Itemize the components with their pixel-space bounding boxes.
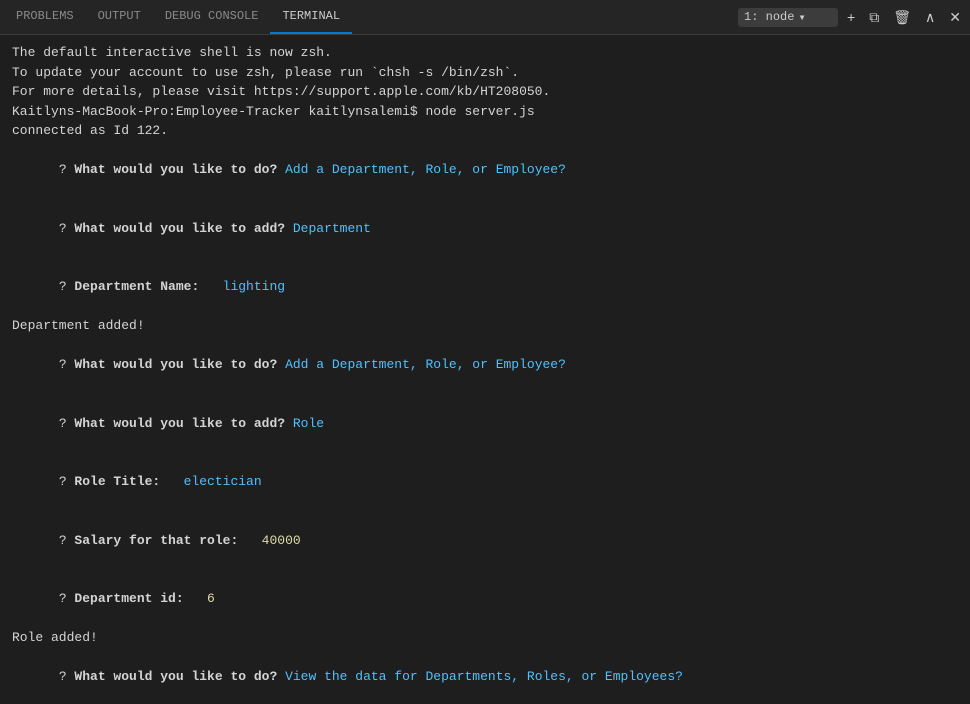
prompt-9: ? What would you like to do? View the da…	[12, 648, 958, 704]
prompt-6: ? Role Title: electician	[12, 453, 958, 512]
app-container: PROBLEMS OUTPUT DEBUG CONSOLE TERMINAL 1…	[0, 0, 970, 704]
plus-icon: +	[847, 9, 855, 25]
init-line-1: The default interactive shell is now zsh…	[12, 43, 958, 63]
close-panel-button[interactable]: ✕	[944, 7, 966, 28]
tab-terminal[interactable]: TERMINAL	[270, 0, 352, 34]
chevron-up-button[interactable]: ∧	[920, 7, 940, 28]
prompt-2: ? What would you like to add? Department	[12, 199, 958, 258]
role-added: Role added!	[12, 628, 958, 648]
split-icon: ⧉	[869, 9, 879, 26]
init-line-3: For more details, please visit https://s…	[12, 82, 958, 102]
delete-terminal-button[interactable]: 🗑	[888, 7, 916, 28]
new-terminal-button[interactable]: +	[842, 7, 860, 27]
close-icon: ✕	[949, 9, 961, 26]
tab-debug-console[interactable]: DEBUG CONSOLE	[153, 0, 271, 34]
tab-bar: PROBLEMS OUTPUT DEBUG CONSOLE TERMINAL 1…	[0, 0, 970, 35]
chevron-up-icon: ∧	[925, 9, 935, 26]
terminal-content[interactable]: The default interactive shell is now zsh…	[0, 35, 970, 704]
split-terminal-button[interactable]: ⧉	[864, 7, 884, 28]
tab-bar-right: 1: node ▾ + ⧉ 🗑 ∧ ✕	[738, 7, 966, 28]
terminal-selector-label: 1: node	[744, 10, 794, 24]
trash-icon: 🗑	[893, 9, 911, 26]
tab-problems-label: PROBLEMS	[16, 9, 74, 23]
chevron-down-icon: ▾	[798, 10, 805, 25]
init-line-4: Kaitlyns-MacBook-Pro:Employee-Tracker ka…	[12, 102, 958, 122]
init-line-2: To update your account to use zsh, pleas…	[12, 63, 958, 83]
tab-problems[interactable]: PROBLEMS	[4, 0, 86, 34]
prompt-5: ? What would you like to add? Role	[12, 394, 958, 453]
tab-output[interactable]: OUTPUT	[86, 0, 153, 34]
prompt-4: ? What would you like to do? Add a Depar…	[12, 336, 958, 395]
init-line-5: connected as Id 122.	[12, 121, 958, 141]
tab-debug-console-label: DEBUG CONSOLE	[165, 9, 259, 23]
tab-bar-left: PROBLEMS OUTPUT DEBUG CONSOLE TERMINAL	[4, 0, 352, 34]
tab-terminal-label: TERMINAL	[282, 9, 340, 23]
tab-output-label: OUTPUT	[98, 9, 141, 23]
prompt-7: ? Salary for that role: 40000	[12, 511, 958, 570]
prompt-3: ? Department Name: lighting	[12, 258, 958, 317]
prompt-1: ? What would you like to do? Add a Depar…	[12, 141, 958, 200]
prompt-8: ? Department id: 6	[12, 570, 958, 629]
dept-added: Department added!	[12, 316, 958, 336]
terminal-selector[interactable]: 1: node ▾	[738, 8, 838, 27]
